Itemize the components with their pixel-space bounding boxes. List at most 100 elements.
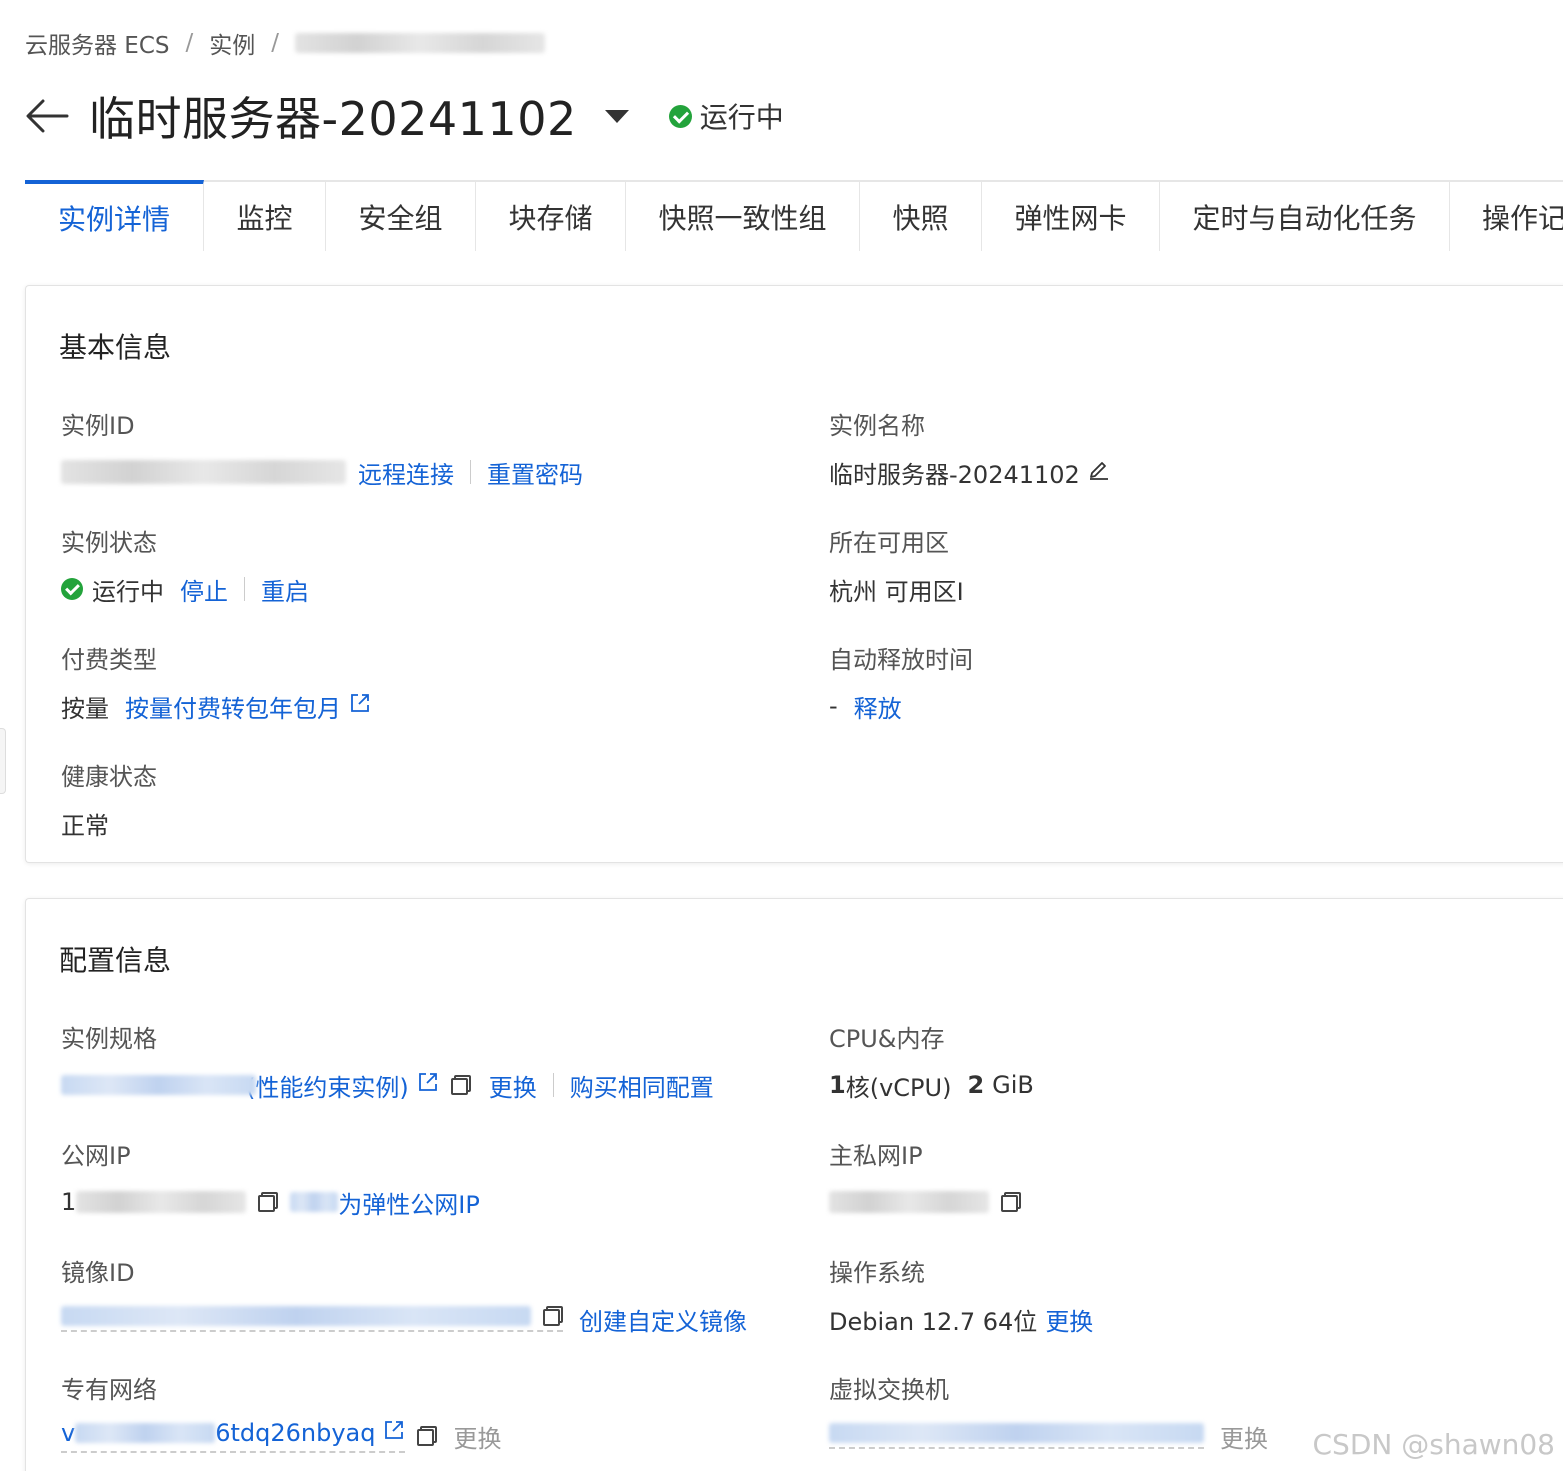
- field-vpc: 专有网络 v 6tdq26nbyaq 更换: [61, 1370, 501, 1453]
- convert-to-eip-link[interactable]: 为弹性公网IP: [338, 1185, 480, 1220]
- external-link-icon[interactable]: [349, 692, 371, 720]
- spec-label: 实例规格: [61, 1025, 157, 1053]
- breadcrumb-ecs[interactable]: 云服务器 ECS: [25, 26, 170, 60]
- instance-name-text: 临时服务器-20241102: [829, 460, 1080, 489]
- field-instance-id: 实例ID 远程连接 重置密码: [61, 406, 583, 489]
- copy-icon[interactable]: [450, 1075, 471, 1095]
- vpc-value: v 6tdq26nbyaq 更换: [61, 1419, 501, 1453]
- vswitch-id-redacted: [829, 1423, 1204, 1443]
- field-cpu-memory: CPU&内存 1 核(vCPU) 2 GiB: [829, 1019, 1034, 1102]
- os-label: 操作系统: [829, 1259, 925, 1287]
- instance-id-redacted: [61, 460, 346, 484]
- tab-block-storage[interactable]: 块存储: [476, 180, 626, 251]
- image-id-label: 镜像ID: [61, 1259, 135, 1287]
- cpu-count: 1: [829, 1071, 846, 1099]
- spec-type-link[interactable]: (性能约束实例): [246, 1068, 409, 1103]
- tab-security-group[interactable]: 安全组: [326, 180, 476, 251]
- private-ip-redacted: [829, 1191, 989, 1213]
- page-header: 临时服务器-20241102 运行中: [25, 84, 784, 148]
- instance-id-value: 远程连接 重置密码: [61, 455, 583, 489]
- tab-instance-details[interactable]: 实例详情: [25, 180, 204, 251]
- memory-size: 2: [967, 1071, 985, 1099]
- breadcrumb-separator: /: [185, 30, 194, 56]
- instance-status-text: 运行中: [699, 101, 784, 134]
- image-id-link[interactable]: [61, 1306, 563, 1332]
- convert-link-redacted: [290, 1192, 339, 1212]
- field-instance-spec: 实例规格 (性能约束实例) 更换 购买相同配置: [61, 1019, 714, 1102]
- watermark: CSDN @shawn08: [1312, 1428, 1556, 1461]
- check-circle-icon: [668, 104, 692, 128]
- change-vpc-link-disabled: 更换: [453, 1424, 502, 1453]
- divider: [470, 460, 471, 484]
- basic-info-title: 基本信息: [59, 331, 172, 364]
- side-panel-handle[interactable]: [0, 728, 6, 794]
- breadcrumb-instances[interactable]: 实例: [209, 26, 255, 60]
- zone-value: 杭州 可用区I: [829, 577, 964, 606]
- cpu-memory-value: 1 核(vCPU) 2 GiB: [829, 1068, 1034, 1102]
- tab-operation-log[interactable]: 操作记: [1450, 180, 1563, 251]
- tab-snapshot-consistency-group[interactable]: 快照一致性组: [626, 180, 860, 251]
- instance-id-label: 实例ID: [61, 412, 135, 440]
- copy-icon[interactable]: [417, 1426, 438, 1446]
- instance-switch-dropdown-icon[interactable]: [604, 109, 629, 123]
- convert-to-subscription-link[interactable]: 按量付费转包年包月: [125, 689, 341, 724]
- billing-label: 付费类型: [61, 646, 157, 674]
- field-zone: 所在可用区 杭州 可用区I: [829, 523, 964, 606]
- instance-status-label: 实例状态: [61, 529, 157, 557]
- cpu-unit: 核(vCPU): [845, 1073, 952, 1102]
- private-ip-value: [829, 1185, 1021, 1219]
- vpc-label: 专有网络: [61, 1376, 157, 1404]
- edit-icon[interactable]: [1088, 458, 1110, 486]
- change-spec-link[interactable]: 更换: [489, 1068, 537, 1103]
- field-vswitch: 虚拟交换机 更换: [829, 1370, 1268, 1453]
- change-vswitch-link-disabled: 更换: [1220, 1424, 1268, 1453]
- copy-icon[interactable]: [543, 1306, 563, 1326]
- spec-value: (性能约束实例) 更换 购买相同配置: [61, 1068, 714, 1102]
- tab-scheduled-tasks[interactable]: 定时与自动化任务: [1160, 180, 1450, 251]
- public-ip-redacted: [76, 1191, 247, 1213]
- instance-status-badge: 运行中: [668, 96, 784, 136]
- divider: [552, 1073, 554, 1097]
- release-link[interactable]: 释放: [854, 689, 902, 724]
- reset-password-link[interactable]: 重置密码: [487, 455, 583, 490]
- vswitch-link[interactable]: [829, 1423, 1204, 1449]
- vpc-id-prefix: v: [61, 1419, 76, 1447]
- change-os-link[interactable]: 更换: [1045, 1302, 1093, 1337]
- tab-monitoring[interactable]: 监控: [204, 180, 326, 251]
- remote-connect-link[interactable]: 远程连接: [358, 455, 454, 490]
- vswitch-label: 虚拟交换机: [829, 1376, 949, 1404]
- create-custom-image-link[interactable]: 创建自定义镜像: [579, 1302, 747, 1337]
- breadcrumb-separator: /: [271, 30, 280, 56]
- external-link-icon[interactable]: [417, 1071, 439, 1099]
- image-id-redacted: [61, 1306, 531, 1326]
- field-instance-status: 实例状态 运行中 停止 重启: [61, 523, 309, 606]
- private-ip-label: 主私网IP: [829, 1142, 923, 1170]
- check-circle-icon: [61, 578, 83, 600]
- vpc-link[interactable]: v 6tdq26nbyaq: [61, 1419, 406, 1453]
- auto-release-value: - 释放: [829, 689, 973, 723]
- tab-snapshots[interactable]: 快照: [860, 180, 982, 251]
- health-value: 正常: [61, 811, 109, 840]
- copy-icon[interactable]: [258, 1192, 279, 1212]
- breadcrumb-current-redacted: [295, 33, 546, 53]
- billing-type-text: 按量: [61, 694, 109, 723]
- zone-label: 所在可用区: [829, 529, 949, 557]
- vpc-id-redacted: [75, 1423, 216, 1443]
- tab-elastic-nic[interactable]: 弹性网卡: [982, 180, 1160, 251]
- config-info-title: 配置信息: [59, 944, 172, 977]
- external-link-icon[interactable]: [383, 1419, 405, 1447]
- back-arrow-icon[interactable]: [25, 94, 69, 138]
- instance-status-value: 运行中 停止 重启: [61, 572, 309, 606]
- buy-same-config-link[interactable]: 购买相同配置: [570, 1068, 714, 1103]
- health-label: 健康状态: [61, 763, 157, 791]
- basic-info-card: 基本信息 实例ID 远程连接 重置密码 实例名称 临时服务器-20241102 …: [25, 285, 1563, 863]
- auto-release-time: -: [829, 692, 838, 720]
- auto-release-label: 自动释放时间: [829, 646, 973, 674]
- copy-icon[interactable]: [1001, 1192, 1021, 1212]
- stop-link[interactable]: 停止: [180, 572, 228, 607]
- instance-status-value-text: 运行中: [92, 577, 164, 606]
- public-ip-label: 公网IP: [61, 1142, 131, 1170]
- field-billing: 付费类型 按量 按量付费转包年包月: [61, 640, 371, 723]
- spec-name-redacted: [61, 1075, 256, 1095]
- restart-link[interactable]: 重启: [261, 572, 309, 607]
